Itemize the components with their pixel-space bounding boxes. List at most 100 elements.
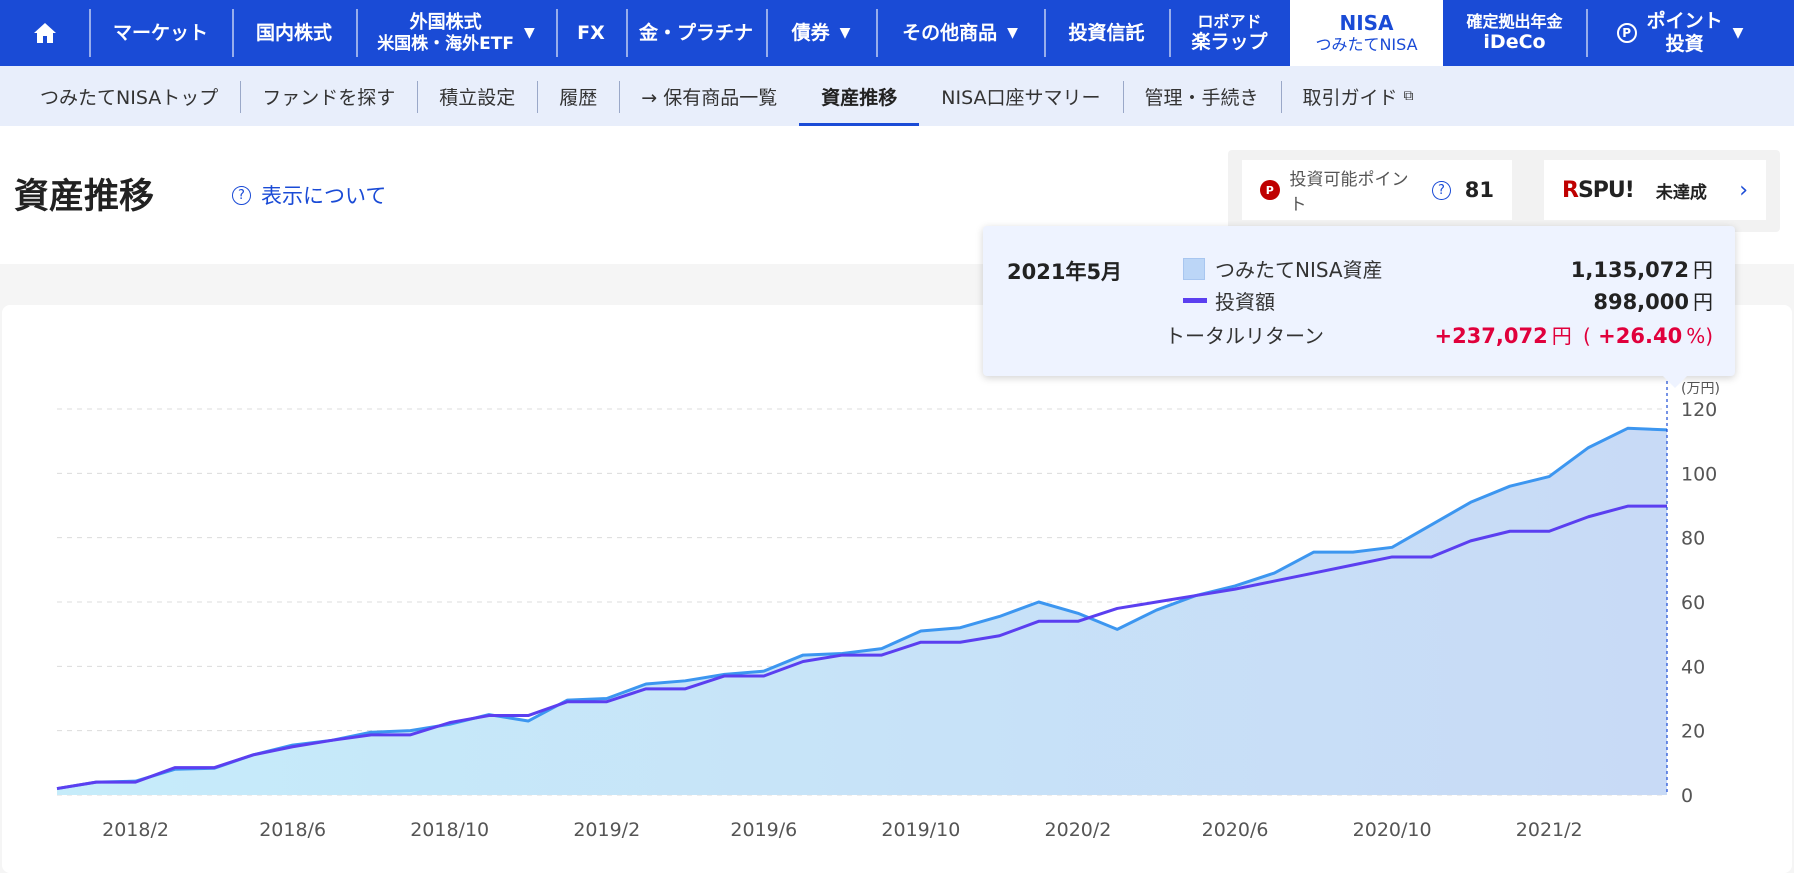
nav-ideco[interactable]: 確定拠出年金 iDeCo: [1443, 0, 1586, 66]
subnav-accumulation-settings[interactable]: 積立設定: [417, 66, 537, 126]
y-tick-label: 80: [1681, 528, 1705, 550]
x-tick-label: 2021/2: [1516, 819, 1583, 841]
subnav-asset-trend[interactable]: 資産推移: [799, 66, 920, 126]
x-tick-label: 2020/6: [1202, 819, 1269, 841]
caret-down-icon: ▼: [1007, 24, 1018, 41]
yen-unit: 円: [1693, 258, 1713, 282]
tooltip-row-invest: 投資額 898,000 円: [1183, 286, 1713, 315]
nav-domestic-label: 国内株式: [255, 21, 332, 44]
subnav-holdings[interactable]: → 保有商品一覧: [619, 66, 799, 126]
tooltip-asset-value: 1,135,072 円: [1571, 254, 1713, 283]
nav-nisa-line2: つみたてNISA: [1315, 35, 1418, 55]
subnav-label: 履歴: [559, 86, 598, 109]
subnav-management[interactable]: 管理・手続き: [1122, 66, 1281, 126]
nav-nisa-line1: NISA: [1339, 11, 1394, 36]
nav-market-label: マーケット: [112, 21, 208, 44]
nav-robo-line2: 楽ラップ: [1191, 31, 1268, 54]
about-display-link[interactable]: ? 表示について: [232, 180, 386, 210]
tooltip-row-asset: つみたてNISA資産 1,135,072 円: [1183, 254, 1713, 283]
spu-link[interactable]: RSPU! 未達成 ›: [1544, 160, 1766, 220]
tooltip-date: 2021年5月: [1007, 260, 1123, 284]
asset-area: [57, 428, 1667, 795]
points-value: 81: [1464, 178, 1494, 202]
nav-fx[interactable]: FX: [556, 0, 626, 66]
chart-tooltip: 2021年5月 つみたてNISA資産 1,135,072 円 投資額 898,00…: [983, 226, 1735, 388]
paren-open: (: [1583, 324, 1591, 348]
spu-logo-text: SPU!: [1577, 177, 1635, 203]
subnav-find-fund[interactable]: ファンドを探す: [240, 66, 417, 126]
caret-down-icon: ▼: [1732, 24, 1744, 41]
subnav-trading-guide[interactable]: 取引ガイド ⧉: [1280, 66, 1436, 126]
nav-foreign-stocks[interactable]: 外国株式 米国株・海外ETF ▼: [356, 0, 556, 66]
subnav-tsumitate-top[interactable]: つみたてNISAトップ: [18, 66, 240, 126]
external-window-icon: ⧉: [1403, 88, 1414, 104]
nav-robo-label: ロボアド 楽ラップ: [1191, 12, 1267, 54]
points-label: 投資可能ポイント: [1289, 170, 1409, 215]
nav-gold-label: 金・プラチナ: [638, 21, 753, 44]
nav-point-line1: ポイント: [1646, 10, 1723, 33]
y-tick-label: 120: [1681, 399, 1717, 421]
caret-down-icon: ▼: [524, 24, 535, 41]
nav-point-line2: 投資: [1665, 33, 1704, 55]
nav-investment-trust[interactable]: 投資信託: [1044, 0, 1169, 66]
y-tick-label: 100: [1681, 463, 1717, 485]
subnav-label: 積立設定: [439, 86, 516, 109]
nav-foreign-line1: 外国株式: [409, 12, 482, 33]
tooltip-row-return: トータルリターン +237,072 円 ( +26.40%): [1165, 320, 1713, 349]
subnav-label: 資産推移: [821, 86, 898, 109]
nav-point-investment[interactable]: P ポイント 投資 ▼: [1586, 0, 1774, 66]
subnav-label: 管理・手続き: [1144, 86, 1259, 109]
subnav-label: 取引ガイド: [1302, 86, 1398, 109]
y-tick-label: 20: [1681, 721, 1705, 743]
page-title: 資産推移: [14, 177, 155, 217]
nav-nisa-label: NISA つみたてNISA: [1315, 11, 1417, 54]
about-link-label: 表示について: [261, 184, 387, 208]
spu-status: 未達成: [1655, 182, 1707, 203]
caret-down-icon: ▼: [839, 24, 851, 41]
subnav-history[interactable]: 履歴: [537, 66, 619, 126]
pct-unit: %): [1686, 324, 1713, 348]
nav-foreign-label: 外国株式 米国株・海外ETF: [377, 12, 514, 54]
nav-other-products[interactable]: その他商品 ▼: [876, 0, 1044, 66]
nav-robo-advisor[interactable]: ロボアド 楽ラップ: [1169, 0, 1290, 66]
subnav-label: ファンドを探す: [262, 86, 396, 109]
asset-chart-panel: 0 20 40 60 80 100 120 (万円) 2018/2 2018/6 2018/10 20…: [2, 305, 1792, 873]
invest-value-number: 898,000: [1593, 290, 1689, 314]
x-tick-label: 2020/10: [1353, 819, 1432, 841]
nav-domestic-stocks[interactable]: 国内株式: [232, 0, 356, 66]
nav-nisa[interactable]: NISA つみたてNISA: [1290, 0, 1443, 66]
asset-value-number: 1,135,072: [1570, 258, 1689, 282]
x-tick-label: 2019/2: [573, 819, 640, 841]
nav-gold-platinum[interactable]: 金・プラチナ: [626, 0, 766, 66]
nav-bonds[interactable]: 債券 ▼: [766, 0, 876, 66]
x-tick-label: 2018/10: [410, 819, 489, 841]
home-icon: [33, 23, 56, 43]
tooltip-invest-label: 投資額: [1215, 290, 1275, 314]
nav-market[interactable]: マーケット: [89, 0, 232, 66]
tooltip-return-value: +237,072 円 ( +26.40%): [1434, 320, 1713, 349]
help-icon: ?: [232, 185, 251, 205]
legend-line-swatch: [1183, 298, 1207, 303]
subnav-label: つみたてNISAトップ: [40, 86, 219, 109]
points-card: P 投資可能ポイント ? 81 RSPU! 未達成 ›: [1228, 150, 1780, 232]
help-icon[interactable]: ?: [1432, 180, 1451, 200]
nav-trust-label: 投資信託: [1068, 21, 1145, 44]
subnav-nisa-summary[interactable]: NISA口座サマリー: [919, 66, 1122, 126]
asset-trend-chart[interactable]: 020406080100120(万円)2018/2 2018/6 2018/10 20…: [2, 305, 1792, 873]
subnav-label: NISA口座サマリー: [941, 86, 1101, 109]
subnav-label: → 保有商品一覧: [641, 86, 778, 109]
x-tick-label: 2018/6: [259, 819, 326, 841]
nav-fx-label: FX: [577, 21, 605, 44]
home-button[interactable]: [0, 0, 89, 66]
chevron-right-icon: ›: [1739, 177, 1748, 203]
tooltip-invest-value: 898,000 円: [1593, 286, 1713, 315]
nav-ideco-line1: 確定拠出年金: [1466, 12, 1563, 31]
nisa-subnav: つみたてNISAトップ ファンドを探す 積立設定 履歴 → 保有商品一覧 資産推…: [0, 66, 1794, 126]
x-tick-label: 2018/2: [102, 819, 169, 841]
tooltip-asset-label: つみたてNISA資産: [1215, 258, 1383, 282]
nav-robo-line1: ロボアド: [1197, 12, 1262, 31]
y-tick-label: 0: [1681, 785, 1693, 807]
spu-logo: RSPU!: [1562, 177, 1635, 203]
global-nav: マーケット 国内株式 外国株式 米国株・海外ETF ▼ FX 金・プラチナ 債券…: [0, 0, 1794, 66]
rakuten-point-icon: P: [1260, 180, 1280, 200]
